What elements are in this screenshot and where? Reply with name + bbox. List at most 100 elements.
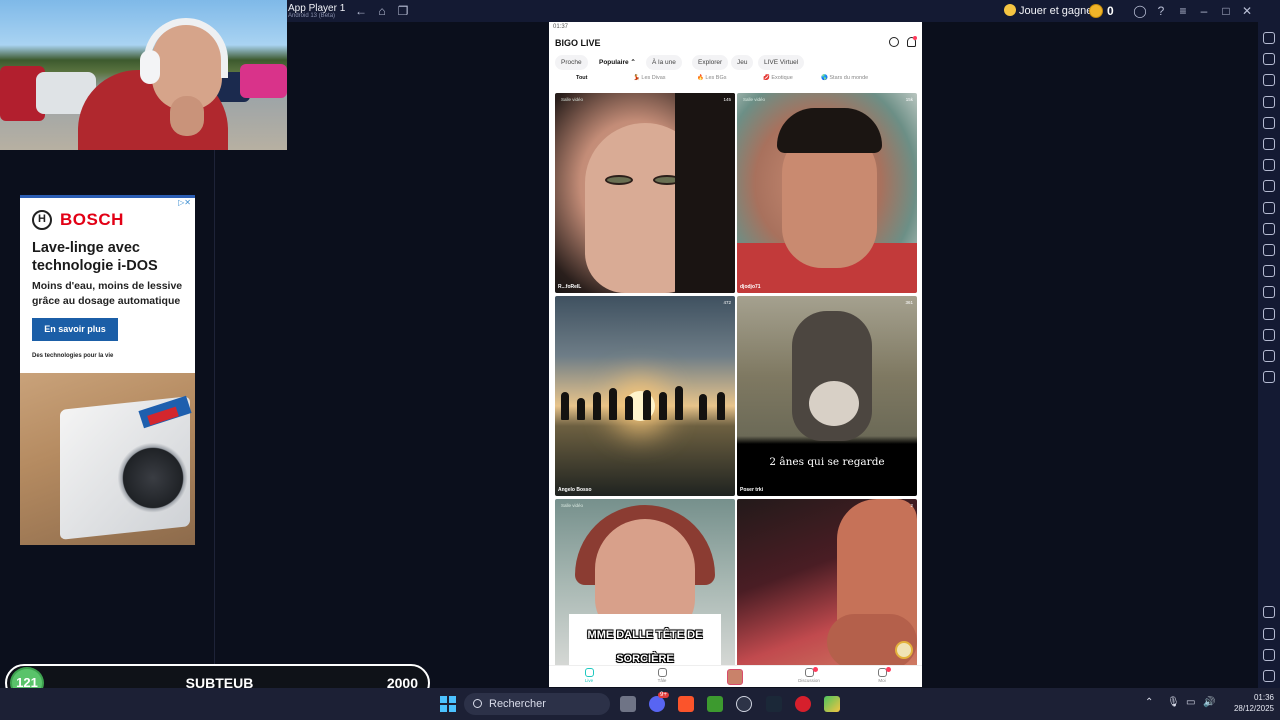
bosch-ad[interactable]: ▷✕ H BOSCH Lave-linge avec technologie i… xyxy=(20,195,195,545)
minimize-icon[interactable]: – xyxy=(1196,3,1212,19)
tab-live-virtuel[interactable]: LIVE Virtuel xyxy=(758,55,805,70)
tile-caption: 2 ânes qui se regarde xyxy=(769,456,885,468)
macro-icon[interactable] xyxy=(1263,138,1275,150)
subtab-stars-du-monde[interactable]: 🌎 Stars du monde xyxy=(821,75,868,81)
host-name: Poser trki xyxy=(740,487,764,493)
subtab-exotique[interactable]: 💋 Exotique xyxy=(763,75,793,81)
brave-icon[interactable] xyxy=(678,696,694,712)
tab-proche[interactable]: Proche xyxy=(555,55,588,70)
nav-live[interactable]: Live xyxy=(569,668,609,683)
search-icon xyxy=(473,699,482,708)
location-icon[interactable] xyxy=(1263,329,1275,341)
adchoices-icon[interactable]: ▷✕ xyxy=(178,198,191,207)
person-silhouette xyxy=(625,396,633,420)
rotate-icon[interactable] xyxy=(1263,117,1275,129)
person-silhouette xyxy=(643,390,651,420)
terminal-icon[interactable] xyxy=(707,696,723,712)
back-icon[interactable]: ← xyxy=(353,3,369,19)
home-icon[interactable] xyxy=(1263,649,1275,661)
monitor-icon[interactable]: ▭ xyxy=(1186,697,1195,708)
back-icon[interactable] xyxy=(1263,628,1275,640)
bluestacks-icon[interactable] xyxy=(824,696,840,712)
layers-icon[interactable] xyxy=(1263,350,1275,362)
live-tile[interactable]: 2 ânes qui se regarde 361 Poser trki xyxy=(737,296,917,496)
live-tile[interactable]: Salle vidéo 15k djodjo71 xyxy=(737,93,917,293)
live-tile[interactable]: Salle vidéo 145 R...foRelL xyxy=(555,93,735,293)
viewer-count: 472 xyxy=(723,300,731,305)
status-bar: 01:37 xyxy=(549,22,922,34)
nav-tale[interactable]: Tâle xyxy=(642,668,682,683)
airplane-icon[interactable] xyxy=(1263,265,1275,277)
close-icon[interactable]: ✕ xyxy=(1239,3,1255,19)
recent-apps-icon[interactable]: ❐ xyxy=(395,3,411,19)
nav-label: Moi xyxy=(878,678,886,683)
search-icon[interactable] xyxy=(889,37,899,47)
maximize-icon[interactable]: □ xyxy=(1218,3,1234,19)
microphone-icon[interactable]: 🎙 xyxy=(1167,697,1180,708)
recent-apps-icon[interactable] xyxy=(1263,670,1275,682)
status-time: 01:37 xyxy=(553,24,569,30)
menu-icon[interactable]: ≡ xyxy=(1175,3,1191,19)
panel-divider xyxy=(214,150,215,665)
taskbar-search[interactable]: Rechercher xyxy=(464,693,610,715)
person-silhouette xyxy=(699,394,707,420)
media-icon[interactable] xyxy=(1263,244,1275,256)
car-shape xyxy=(240,64,287,98)
tab-a-la-une[interactable]: À la une xyxy=(646,55,682,70)
viewer-count: 2 xyxy=(910,503,913,508)
ad-cta-button[interactable]: En savoir plus xyxy=(32,318,118,341)
subtab-label: Exotique xyxy=(771,75,793,81)
person-silhouette xyxy=(577,398,585,420)
discord-icon[interactable] xyxy=(649,696,665,712)
subtab-les-divas[interactable]: 💃 Les Divas xyxy=(633,75,666,81)
nav-label: Discussion xyxy=(798,678,820,683)
viewer-count: 145 xyxy=(723,97,731,102)
subtab-tout[interactable]: Tout xyxy=(576,75,588,81)
live-tile[interactable]: 2 xyxy=(737,499,917,669)
gift-icon[interactable] xyxy=(895,641,913,659)
tray-chevron-icon[interactable]: ⌃ xyxy=(1145,697,1153,708)
steam-icon[interactable] xyxy=(766,696,782,712)
nav-discussion[interactable]: Discussion xyxy=(789,668,829,683)
keyboard-icon[interactable] xyxy=(1263,74,1275,86)
account-icon[interactable]: ◯ xyxy=(1132,3,1148,19)
start-tile xyxy=(449,705,456,712)
webcam-overlay xyxy=(0,0,287,150)
coin-count: 0 xyxy=(1107,4,1114,18)
screen: App Player 1 Android 13 (Beta) ← ⌂ ❐ Jou… xyxy=(0,0,1280,720)
volume-icon[interactable] xyxy=(1263,53,1275,65)
subtab-les-bgs[interactable]: 🔥 Les BGs xyxy=(697,75,726,81)
start-tile xyxy=(449,696,456,703)
eraser-icon[interactable] xyxy=(1263,308,1275,320)
help-icon[interactable]: ? xyxy=(1153,3,1169,19)
go-live-avatar[interactable] xyxy=(727,669,743,685)
tab-populaire[interactable]: Populaire ⌃ xyxy=(593,55,642,70)
windows-start-icon[interactable] xyxy=(440,696,456,712)
performance-icon[interactable] xyxy=(1263,180,1275,192)
sub-category-tabs: Tout 💃 Les Divas 🔥 Les BGs 💋 Exotique 🌎 … xyxy=(555,75,915,87)
tab-explorer[interactable]: Explorer xyxy=(692,55,729,70)
multi-instance-icon[interactable] xyxy=(1263,159,1275,171)
media-player-icon[interactable] xyxy=(795,696,811,712)
install-apk-icon[interactable] xyxy=(1263,286,1275,298)
record-icon[interactable] xyxy=(1263,223,1275,235)
home-icon[interactable]: ⌂ xyxy=(374,3,390,19)
discord-badge: 9+ xyxy=(658,692,669,698)
live-tile[interactable]: MME DALLE TÊTE DE SORCIÈRE Salle vidéo xyxy=(555,499,735,669)
sync-icon[interactable] xyxy=(1263,371,1275,383)
tab-jeu[interactable]: Jeu xyxy=(731,55,754,70)
tile-badge: Salle vidéo xyxy=(561,97,584,102)
bottom-nav: Live Tâle Discussion Moi xyxy=(549,665,922,687)
fullscreen-icon[interactable] xyxy=(1263,32,1275,44)
taskbar-clock[interactable]: 01:36 28/12/2025 xyxy=(1224,692,1274,714)
nav-moi[interactable]: Moi xyxy=(862,668,902,683)
screenshot-icon[interactable] xyxy=(1263,202,1275,214)
phone-screen: 01:37 BIGO LIVE Proche Populaire ⌃ À la … xyxy=(549,22,922,687)
speaker-icon[interactable]: 🔊 xyxy=(1203,697,1215,708)
task-view-icon[interactable] xyxy=(620,696,636,712)
live-tile[interactable]: 472 Angelo Bosso xyxy=(555,296,735,496)
gamepad-icon[interactable] xyxy=(1263,96,1275,108)
play-and-win-button[interactable]: Jouer et gagner xyxy=(1004,4,1096,17)
clock-app-icon[interactable] xyxy=(736,696,752,712)
settings-icon[interactable] xyxy=(1263,606,1275,618)
